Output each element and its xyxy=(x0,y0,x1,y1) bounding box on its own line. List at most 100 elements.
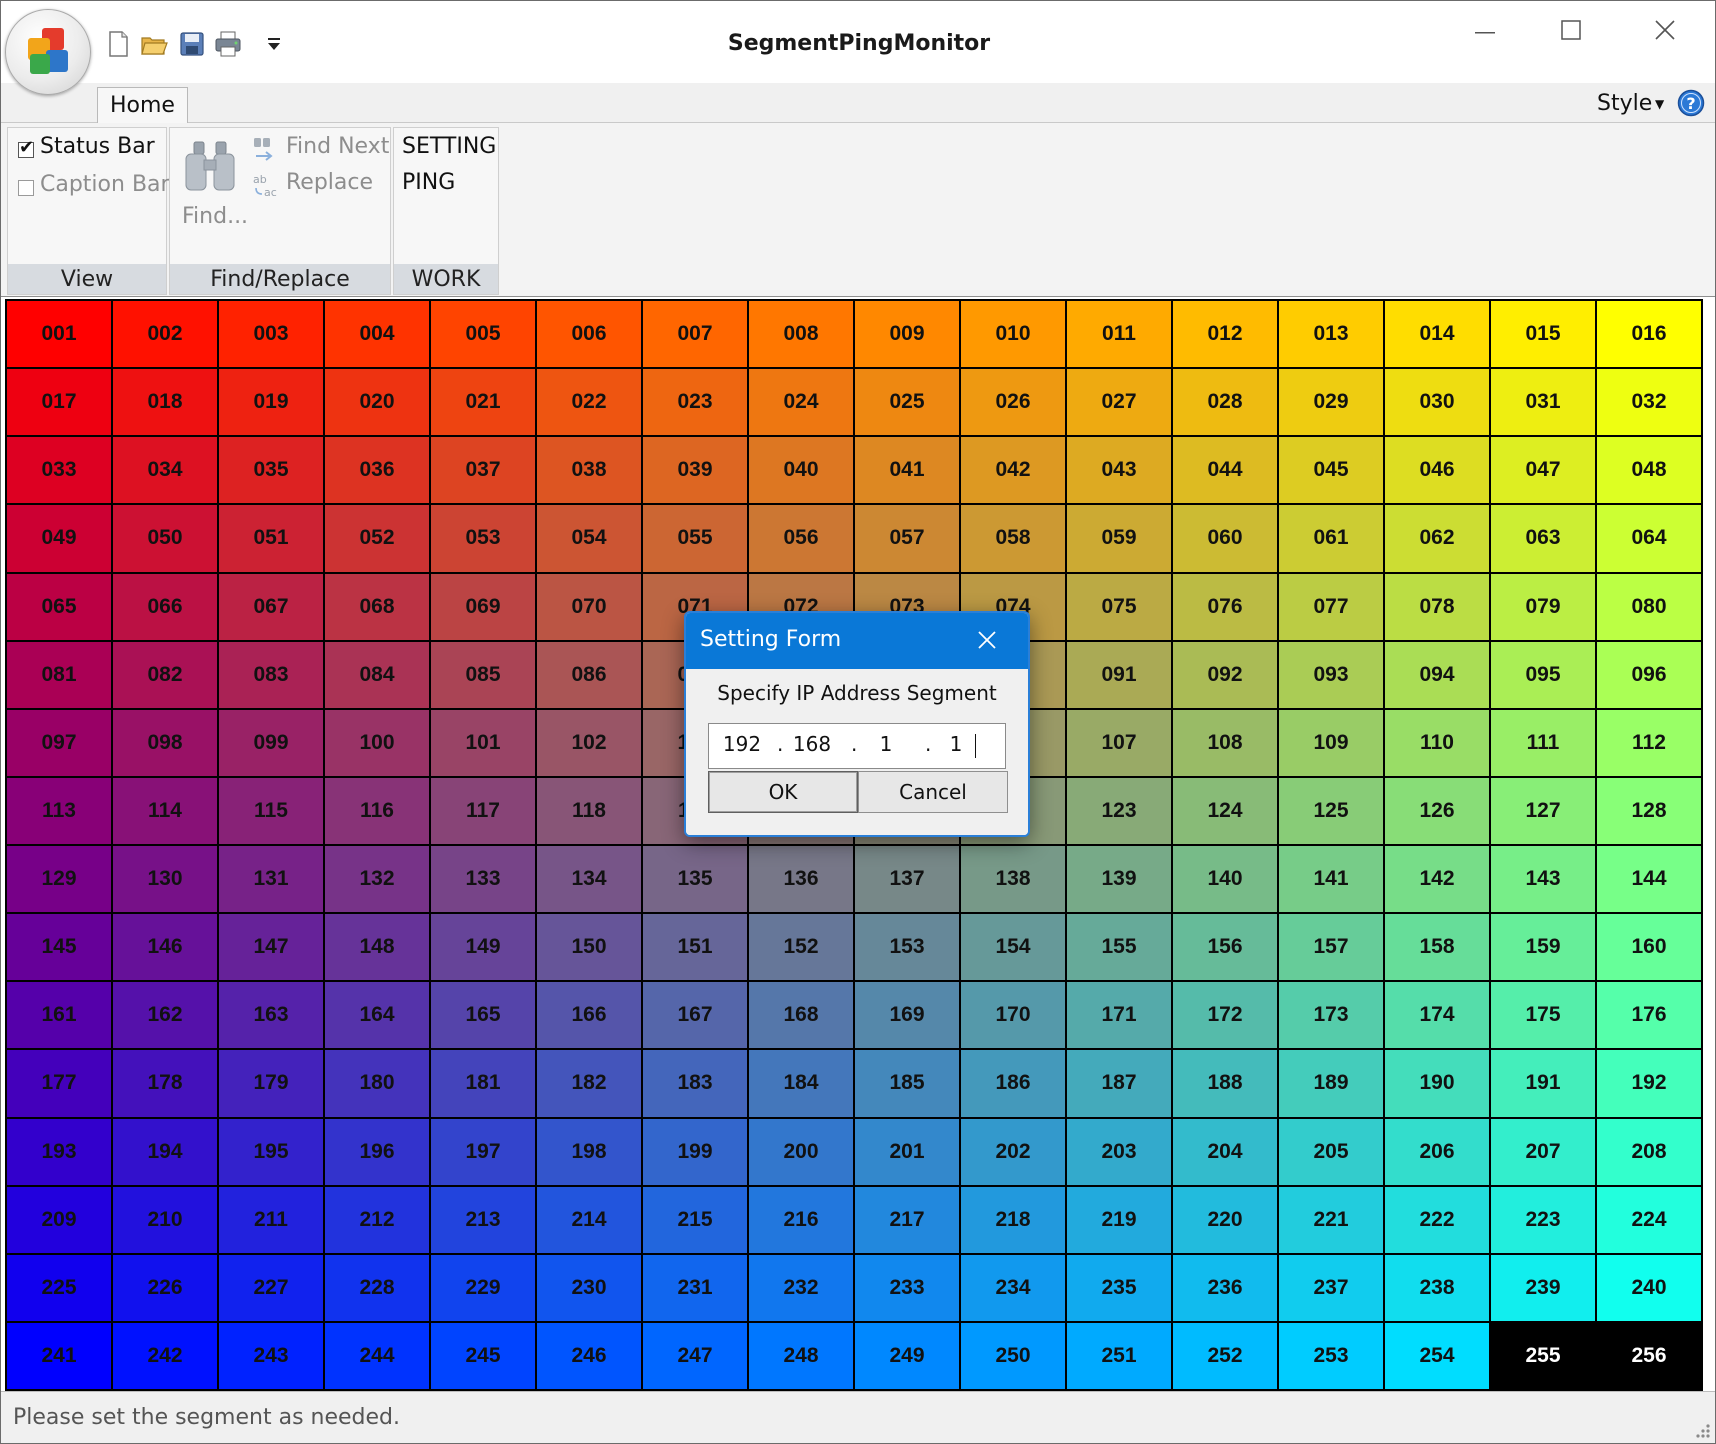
status-bar-option[interactable]: Status Bar xyxy=(40,134,155,159)
address-cell[interactable]: 222 xyxy=(1385,1186,1489,1253)
address-cell[interactable]: 070 xyxy=(537,573,641,640)
address-cell[interactable]: 077 xyxy=(1279,573,1383,640)
address-cell[interactable]: 030 xyxy=(1385,369,1489,436)
address-cell[interactable]: 001 xyxy=(7,301,111,368)
address-cell[interactable]: 128 xyxy=(1597,777,1701,844)
address-cell[interactable]: 050 xyxy=(113,505,217,572)
address-cell[interactable]: 020 xyxy=(325,369,429,436)
address-cell[interactable]: 116 xyxy=(325,777,429,844)
ip-octet-3[interactable]: 1 xyxy=(861,732,911,756)
ip-octet-4[interactable]: 1 xyxy=(931,732,981,756)
address-cell[interactable]: 203 xyxy=(1067,1118,1171,1185)
address-cell[interactable]: 046 xyxy=(1385,437,1489,504)
address-cell[interactable]: 051 xyxy=(219,505,323,572)
address-cell[interactable]: 213 xyxy=(431,1186,535,1253)
address-cell[interactable]: 067 xyxy=(219,573,323,640)
address-cell[interactable]: 131 xyxy=(219,846,323,913)
address-cell[interactable]: 080 xyxy=(1597,573,1701,640)
address-cell[interactable]: 212 xyxy=(325,1186,429,1253)
binoculars-icon[interactable] xyxy=(182,140,238,194)
address-cell[interactable]: 021 xyxy=(431,369,535,436)
address-cell[interactable]: 165 xyxy=(431,982,535,1049)
ip-octet-2[interactable]: 168 xyxy=(787,732,837,756)
address-cell[interactable]: 202 xyxy=(961,1118,1065,1185)
address-cell[interactable]: 193 xyxy=(7,1118,111,1185)
address-cell[interactable]: 182 xyxy=(537,1050,641,1117)
address-cell[interactable]: 190 xyxy=(1385,1050,1489,1117)
address-cell[interactable]: 217 xyxy=(855,1186,959,1253)
address-cell[interactable]: 192 xyxy=(1597,1050,1701,1117)
address-cell[interactable]: 117 xyxy=(431,777,535,844)
address-cell[interactable]: 055 xyxy=(643,505,747,572)
address-cell[interactable]: 032 xyxy=(1597,369,1701,436)
address-cell[interactable]: 229 xyxy=(431,1254,535,1321)
address-cell[interactable]: 215 xyxy=(643,1186,747,1253)
address-cell[interactable]: 109 xyxy=(1279,709,1383,776)
address-cell[interactable]: 205 xyxy=(1279,1118,1383,1185)
address-cell[interactable]: 123 xyxy=(1067,777,1171,844)
address-cell[interactable]: 101 xyxy=(431,709,535,776)
address-cell[interactable]: 026 xyxy=(961,369,1065,436)
address-cell[interactable]: 243 xyxy=(219,1322,323,1389)
address-cell[interactable]: 034 xyxy=(113,437,217,504)
address-cell[interactable]: 024 xyxy=(749,369,853,436)
address-cell[interactable]: 099 xyxy=(219,709,323,776)
address-cell[interactable]: 037 xyxy=(431,437,535,504)
address-cell[interactable]: 144 xyxy=(1597,846,1701,913)
address-cell[interactable]: 127 xyxy=(1491,777,1595,844)
address-cell[interactable]: 163 xyxy=(219,982,323,1049)
address-cell[interactable]: 154 xyxy=(961,914,1065,981)
address-cell[interactable]: 179 xyxy=(219,1050,323,1117)
address-cell[interactable]: 009 xyxy=(855,301,959,368)
address-cell[interactable]: 110 xyxy=(1385,709,1489,776)
address-cell[interactable]: 016 xyxy=(1597,301,1701,368)
address-cell[interactable]: 253 xyxy=(1279,1322,1383,1389)
address-cell[interactable]: 118 xyxy=(537,777,641,844)
address-cell[interactable]: 171 xyxy=(1067,982,1171,1049)
address-cell[interactable]: 224 xyxy=(1597,1186,1701,1253)
address-cell[interactable]: 226 xyxy=(113,1254,217,1321)
address-cell[interactable]: 159 xyxy=(1491,914,1595,981)
address-cell[interactable]: 079 xyxy=(1491,573,1595,640)
status-bar-checkbox[interactable] xyxy=(18,137,34,158)
address-cell[interactable]: 063 xyxy=(1491,505,1595,572)
caption-bar-option[interactable]: Caption Bar xyxy=(40,172,170,197)
address-cell[interactable]: 255 xyxy=(1491,1322,1595,1389)
address-cell[interactable]: 134 xyxy=(537,846,641,913)
address-cell[interactable]: 114 xyxy=(113,777,217,844)
address-cell[interactable]: 146 xyxy=(113,914,217,981)
address-cell[interactable]: 124 xyxy=(1173,777,1277,844)
address-cell[interactable]: 214 xyxy=(537,1186,641,1253)
address-cell[interactable]: 250 xyxy=(961,1322,1065,1389)
address-cell[interactable]: 057 xyxy=(855,505,959,572)
address-cell[interactable]: 175 xyxy=(1491,982,1595,1049)
address-cell[interactable]: 180 xyxy=(325,1050,429,1117)
address-cell[interactable]: 232 xyxy=(749,1254,853,1321)
address-cell[interactable]: 049 xyxy=(7,505,111,572)
address-cell[interactable]: 150 xyxy=(537,914,641,981)
address-cell[interactable]: 047 xyxy=(1491,437,1595,504)
address-cell[interactable]: 093 xyxy=(1279,641,1383,708)
address-cell[interactable]: 138 xyxy=(961,846,1065,913)
address-cell[interactable]: 191 xyxy=(1491,1050,1595,1117)
address-cell[interactable]: 256 xyxy=(1597,1322,1701,1389)
address-cell[interactable]: 148 xyxy=(325,914,429,981)
address-cell[interactable]: 170 xyxy=(961,982,1065,1049)
address-cell[interactable]: 198 xyxy=(537,1118,641,1185)
style-menu[interactable]: Style xyxy=(1597,91,1652,116)
address-cell[interactable]: 231 xyxy=(643,1254,747,1321)
address-cell[interactable]: 013 xyxy=(1279,301,1383,368)
address-cell[interactable]: 186 xyxy=(961,1050,1065,1117)
address-cell[interactable]: 068 xyxy=(325,573,429,640)
tab-home[interactable]: Home xyxy=(97,87,188,124)
address-cell[interactable]: 011 xyxy=(1067,301,1171,368)
address-cell[interactable]: 100 xyxy=(325,709,429,776)
address-cell[interactable]: 014 xyxy=(1385,301,1489,368)
address-cell[interactable]: 012 xyxy=(1173,301,1277,368)
address-cell[interactable]: 129 xyxy=(7,846,111,913)
address-cell[interactable]: 084 xyxy=(325,641,429,708)
address-cell[interactable]: 045 xyxy=(1279,437,1383,504)
address-cell[interactable]: 002 xyxy=(113,301,217,368)
address-cell[interactable]: 064 xyxy=(1597,505,1701,572)
address-cell[interactable]: 233 xyxy=(855,1254,959,1321)
